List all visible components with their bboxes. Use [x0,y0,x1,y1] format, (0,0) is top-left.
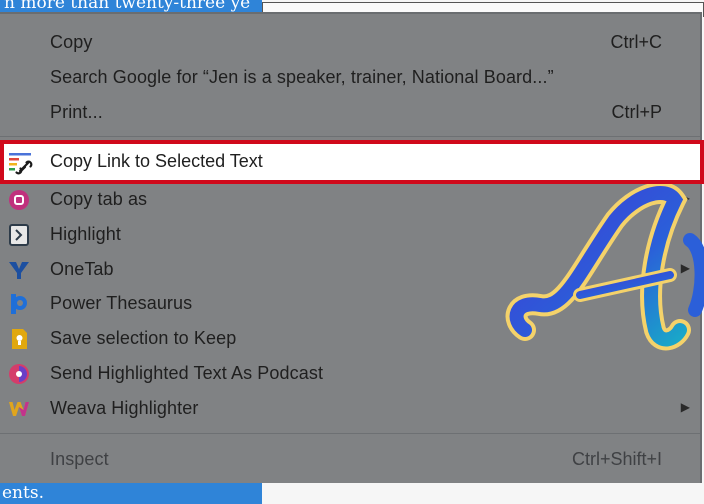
menu-item-label: Highlight [50,224,121,244]
menu-item-label: OneTab [50,259,114,279]
selected-text-bottom: ents. [2,483,44,503]
menu-item-shortcut: Ctrl+C [610,32,662,52]
menu-item-inspect[interactable]: Inspect Ctrl+Shift+I [0,442,700,477]
menu-item-search-google[interactable]: Search Google for “Jen is a speaker, tra… [0,60,700,95]
onetab-icon [8,259,30,281]
keep-icon [8,328,30,350]
link-highlight-icon [8,150,34,176]
menu-item-label: Search Google for “Jen is a speaker, tra… [50,67,554,87]
highlight-icon [8,224,30,246]
menu-item-label: Weava Highlighter [50,398,199,418]
power-thesaurus-icon [8,293,30,315]
menu-item-label: Power Thesaurus [50,293,193,313]
menu-separator [0,433,700,434]
menu-item-print[interactable]: Print... Ctrl+P [0,95,700,130]
menu-item-shortcut: Ctrl+P [611,102,662,122]
menu-item-label: Inspect [50,449,109,469]
menu-item-label: Copy Link to Selected Text [50,151,263,171]
podcast-icon [8,363,30,385]
copy-tab-icon [8,189,30,211]
menu-item-label: Print... [50,102,103,122]
menu-item-label: Copy tab as [50,189,148,209]
weava-icon [8,398,30,420]
menu-item-label: Save selection to Keep [50,328,237,348]
menu-separator [0,136,700,137]
menu-item-label: Copy [50,32,93,52]
text-selection-bottom[interactable]: ents. [0,482,262,504]
menu-item-label: Send Highlighted Text As Podcast [50,363,324,383]
submenu-arrow-icon: ▶ [680,400,690,414]
menu-item-copy[interactable]: Copy Ctrl+C [0,25,700,60]
menu-item-shortcut: Ctrl+Shift+I [571,449,662,469]
menu-item-weava-highlighter[interactable]: Weava Highlighter ▶ [0,391,700,426]
decorative-logo [505,182,704,351]
menu-item-copy-link-to-selected-text[interactable]: Copy Link to Selected Text [0,140,704,184]
